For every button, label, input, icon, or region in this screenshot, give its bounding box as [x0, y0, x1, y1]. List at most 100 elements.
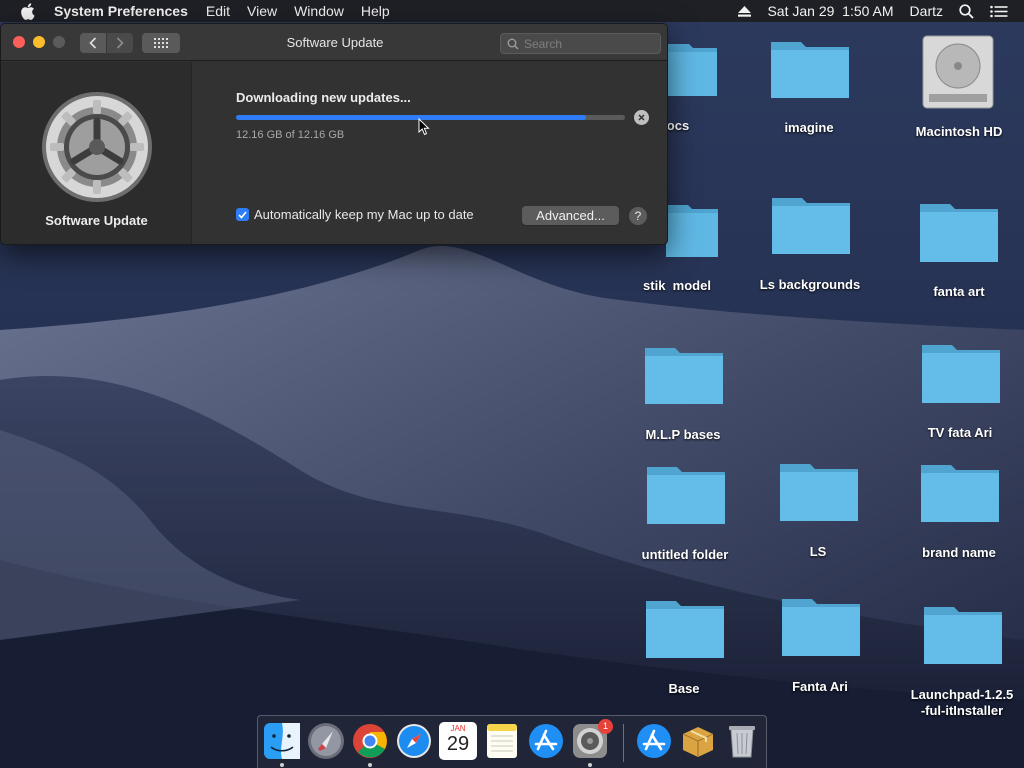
calendar-day: 29 — [446, 733, 470, 755]
download-status-text: Downloading new updates... — [236, 90, 411, 105]
menu-view[interactable]: View — [247, 3, 277, 19]
minimize-window-button[interactable] — [33, 36, 45, 48]
desktop-folder-base[interactable]: Base — [619, 597, 749, 697]
eject-icon[interactable] — [738, 5, 752, 17]
download-progress-bar — [236, 115, 625, 120]
desktop-folder-launchpad-installer[interactable]: Launchpad-1.2.5 -ful-itInstaller — [897, 603, 1024, 723]
folder-icon — [924, 607, 1002, 664]
desktop-folder-label: Ls backgrounds — [759, 277, 861, 292]
chevron-right-icon — [116, 37, 124, 49]
safari-icon[interactable] — [395, 722, 433, 760]
menu-clock[interactable]: Sat Jan 29 1:50 AM — [767, 3, 893, 19]
software-update-window: Software Update Search Software Update D… — [0, 23, 668, 245]
update-panel: Downloading new updates... 12.16 GB of 1… — [193, 62, 667, 244]
running-indicator — [588, 763, 592, 767]
finder-icon[interactable] — [263, 722, 301, 760]
software-update-gear-icon — [42, 92, 152, 202]
menu-window[interactable]: Window — [294, 3, 344, 19]
running-indicator — [280, 763, 284, 767]
desktop-folder-fanta-ari[interactable]: Fanta Ari — [755, 595, 885, 695]
notes-icon[interactable] — [483, 722, 521, 760]
spotlight-search-icon[interactable] — [959, 3, 974, 19]
desktop-folder-ls-backgrounds[interactable]: Ls backgrounds — [745, 194, 875, 294]
running-indicator — [368, 763, 372, 767]
desktop-folder-label: LS — [809, 544, 827, 559]
back-button[interactable] — [80, 33, 106, 53]
download-size-text: 12.16 GB of 12.16 GB — [236, 129, 345, 141]
pane-title: Software Update — [45, 213, 148, 228]
close-window-button[interactable] — [13, 36, 25, 48]
desktop-folder-label: fanta art — [933, 284, 985, 299]
folder-icon — [921, 465, 999, 522]
app-store-download-icon[interactable] — [635, 722, 673, 760]
desktop-folder-label: Fanta Ari — [792, 679, 848, 694]
desktop-folder-label: M.L.P bases — [645, 427, 721, 442]
menu-help[interactable]: Help — [361, 3, 390, 19]
desktop-folder-brand-name[interactable]: brand name — [894, 461, 1024, 561]
advanced-button[interactable]: Advanced... — [522, 206, 619, 225]
dock: JAN 29 1 — [257, 715, 767, 768]
chevron-left-icon — [89, 37, 97, 49]
search-field[interactable] — [500, 33, 661, 54]
search-input[interactable] — [524, 36, 654, 51]
desktop-folder-fanta-art[interactable]: fanta art — [894, 200, 1024, 300]
calendar-icon[interactable]: JAN 29 — [439, 722, 477, 760]
chrome-icon[interactable] — [351, 722, 389, 760]
desktop-drive-macintosh-hd[interactable]: Macintosh HD — [894, 34, 1024, 144]
desktop-folder-label: TV fata Ari — [927, 425, 993, 440]
folder-icon — [666, 205, 718, 257]
desktop-folder-ls[interactable]: LS — [753, 460, 883, 560]
folder-icon — [782, 599, 860, 656]
desktop-folder-label-line1: Launchpad-1.2.5 — [910, 687, 1014, 702]
desktop-folder-label: stik model — [643, 278, 711, 293]
desktop-folder-label: brand name — [922, 545, 996, 560]
window-title: Software Update — [286, 35, 384, 50]
window-titlebar[interactable]: Software Update — [1, 24, 667, 61]
help-button[interactable]: ? — [629, 207, 647, 225]
grid-icon — [154, 38, 168, 48]
folder-icon — [772, 198, 850, 254]
notification-center-icon[interactable] — [990, 5, 1008, 18]
app-store-icon[interactable] — [527, 722, 565, 760]
auto-update-label[interactable]: Automatically keep my Mac up to date — [254, 207, 474, 222]
dock-separator — [623, 724, 624, 762]
folder-icon — [647, 467, 725, 524]
folder-icon — [922, 345, 1000, 403]
desktop-folder-mlp-bases[interactable]: M.L.P bases — [618, 344, 748, 444]
auto-update-checkbox[interactable] — [236, 208, 249, 221]
download-progress-fill — [236, 115, 587, 120]
trash-icon[interactable] — [723, 722, 761, 760]
folder-icon — [920, 204, 998, 262]
hard-drive-icon — [922, 35, 994, 109]
desktop-folder-untitled[interactable]: untitled folder — [620, 463, 750, 563]
calendar-month: JAN — [450, 724, 466, 733]
forward-button[interactable] — [107, 33, 133, 53]
desktop-folder-label: Base — [668, 681, 700, 696]
menu-edit[interactable]: Edit — [206, 3, 230, 19]
folder-icon — [667, 44, 717, 96]
installer-package-icon[interactable] — [679, 722, 717, 760]
apple-menu-icon[interactable] — [20, 2, 38, 20]
close-icon — [638, 114, 645, 121]
pane-sidebar: Software Update — [1, 62, 192, 244]
desktop-folder-tv-fata-ari[interactable]: TV fata Ari — [895, 341, 1024, 441]
menu-app-name[interactable]: System Preferences — [54, 3, 188, 19]
menu-user[interactable]: Dartz — [910, 3, 943, 19]
desktop-folder-label: untitled folder — [641, 547, 729, 562]
folder-icon — [646, 601, 724, 658]
zoom-window-button[interactable] — [53, 36, 65, 48]
desktop-drive-label: Macintosh HD — [915, 124, 1003, 139]
checkmark-icon — [238, 210, 247, 219]
show-all-button[interactable] — [142, 33, 180, 53]
menu-bar: System Preferences Edit View Window Help… — [0, 0, 1024, 22]
search-icon — [507, 38, 519, 50]
desktop-folder-label: imagine — [784, 120, 834, 135]
cancel-download-button[interactable] — [634, 110, 649, 125]
desktop-folder-label: Launchpad-1.2.5 -ful-itInstaller — [897, 687, 1024, 719]
launchpad-icon[interactable] — [307, 722, 345, 760]
folder-icon — [780, 464, 858, 521]
notification-badge: 1 — [598, 719, 613, 734]
desktop-folder-imagine[interactable]: imagine — [744, 38, 874, 138]
desktop-folder-label-line2: -ful-itInstaller — [920, 703, 1004, 718]
folder-icon — [645, 348, 723, 404]
